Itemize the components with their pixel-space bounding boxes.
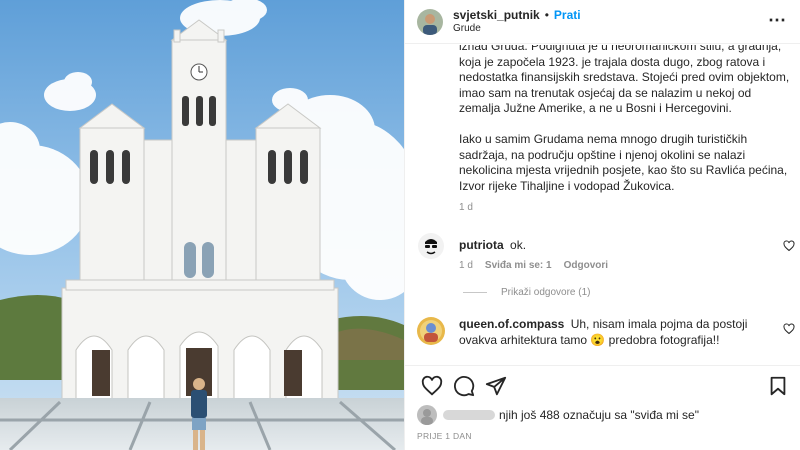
comment-username[interactable]: putriota: [459, 238, 504, 252]
replies-divider: [463, 292, 487, 293]
header-separator: •: [544, 7, 549, 22]
comment-text: ok.: [510, 238, 527, 252]
post-header: svjetski_putnik • Prati Grude ⋯: [405, 0, 800, 44]
post-location[interactable]: Grude: [453, 22, 581, 36]
author-username[interactable]: svjetski_putnik: [453, 8, 540, 22]
liker-avatar[interactable]: [417, 405, 437, 425]
view-replies-label[interactable]: Prikaži odgovore (1): [501, 287, 590, 298]
view-replies-toggle[interactable]: Prikaži odgovore (1): [463, 287, 590, 298]
comment-item: putriota ok. 1 d Sviđa mi se: 1 Odgovori: [417, 232, 800, 280]
commenter-avatar[interactable]: [417, 317, 445, 345]
like-heart-icon[interactable]: [421, 375, 443, 397]
post-time-ago[interactable]: PRIJE 1 DAN: [417, 431, 472, 441]
liker-name-blurred[interactable]: [443, 410, 495, 420]
instagram-post-view: svjetski_putnik • Prati Grude ⋯ iznad Gr…: [0, 0, 800, 450]
more-horizontal-icon[interactable]: ⋯: [768, 11, 787, 29]
comment-meta: 1 d Sviđa mi se: 1 Odgovori: [459, 260, 608, 271]
follow-button[interactable]: Prati: [554, 8, 581, 22]
post-details-panel: svjetski_putnik • Prati Grude ⋯ iznad Gr…: [404, 0, 800, 450]
comment-like-heart-icon[interactable]: [783, 240, 795, 252]
caption-paragraph: iznad Gruda. Podignuta je u neoromaničko…: [459, 45, 790, 116]
comment-bubble-icon[interactable]: [453, 375, 475, 397]
share-paper-plane-icon[interactable]: [485, 375, 507, 397]
caption-age[interactable]: 1 d: [459, 202, 473, 213]
author-avatar[interactable]: [417, 8, 443, 35]
comment-username[interactable]: queen.of.compass: [459, 317, 564, 331]
caption-paragraph: Iako u samim Grudama nema mnogo drugih t…: [459, 131, 788, 193]
post-photo[interactable]: [0, 0, 404, 450]
comment-likes[interactable]: Sviđa mi se: 1: [485, 260, 552, 271]
comment-item: queen.of.compass Uh, nisam imala pojma d…: [417, 317, 800, 357]
church-photo-illustration: [0, 0, 404, 450]
likes-text[interactable]: njih još 488 označuju sa "sviđa mi se": [499, 408, 699, 422]
comment-like-heart-icon[interactable]: [783, 323, 795, 335]
save-bookmark-icon[interactable]: [767, 375, 789, 397]
comments-scroll-area[interactable]: iznad Gruda. Podignuta je u neoromaničko…: [405, 45, 800, 365]
commenter-avatar[interactable]: [417, 232, 445, 260]
likes-summary[interactable]: njih još 488 označuju sa "sviđa mi se": [417, 402, 699, 428]
comment-age[interactable]: 1 d: [459, 260, 473, 271]
comment-reply-button[interactable]: Odgovori: [564, 260, 608, 271]
post-actions-bar: [405, 365, 800, 403]
post-caption: iznad Gruda. Podignuta je u neoromaničko…: [459, 45, 795, 209]
